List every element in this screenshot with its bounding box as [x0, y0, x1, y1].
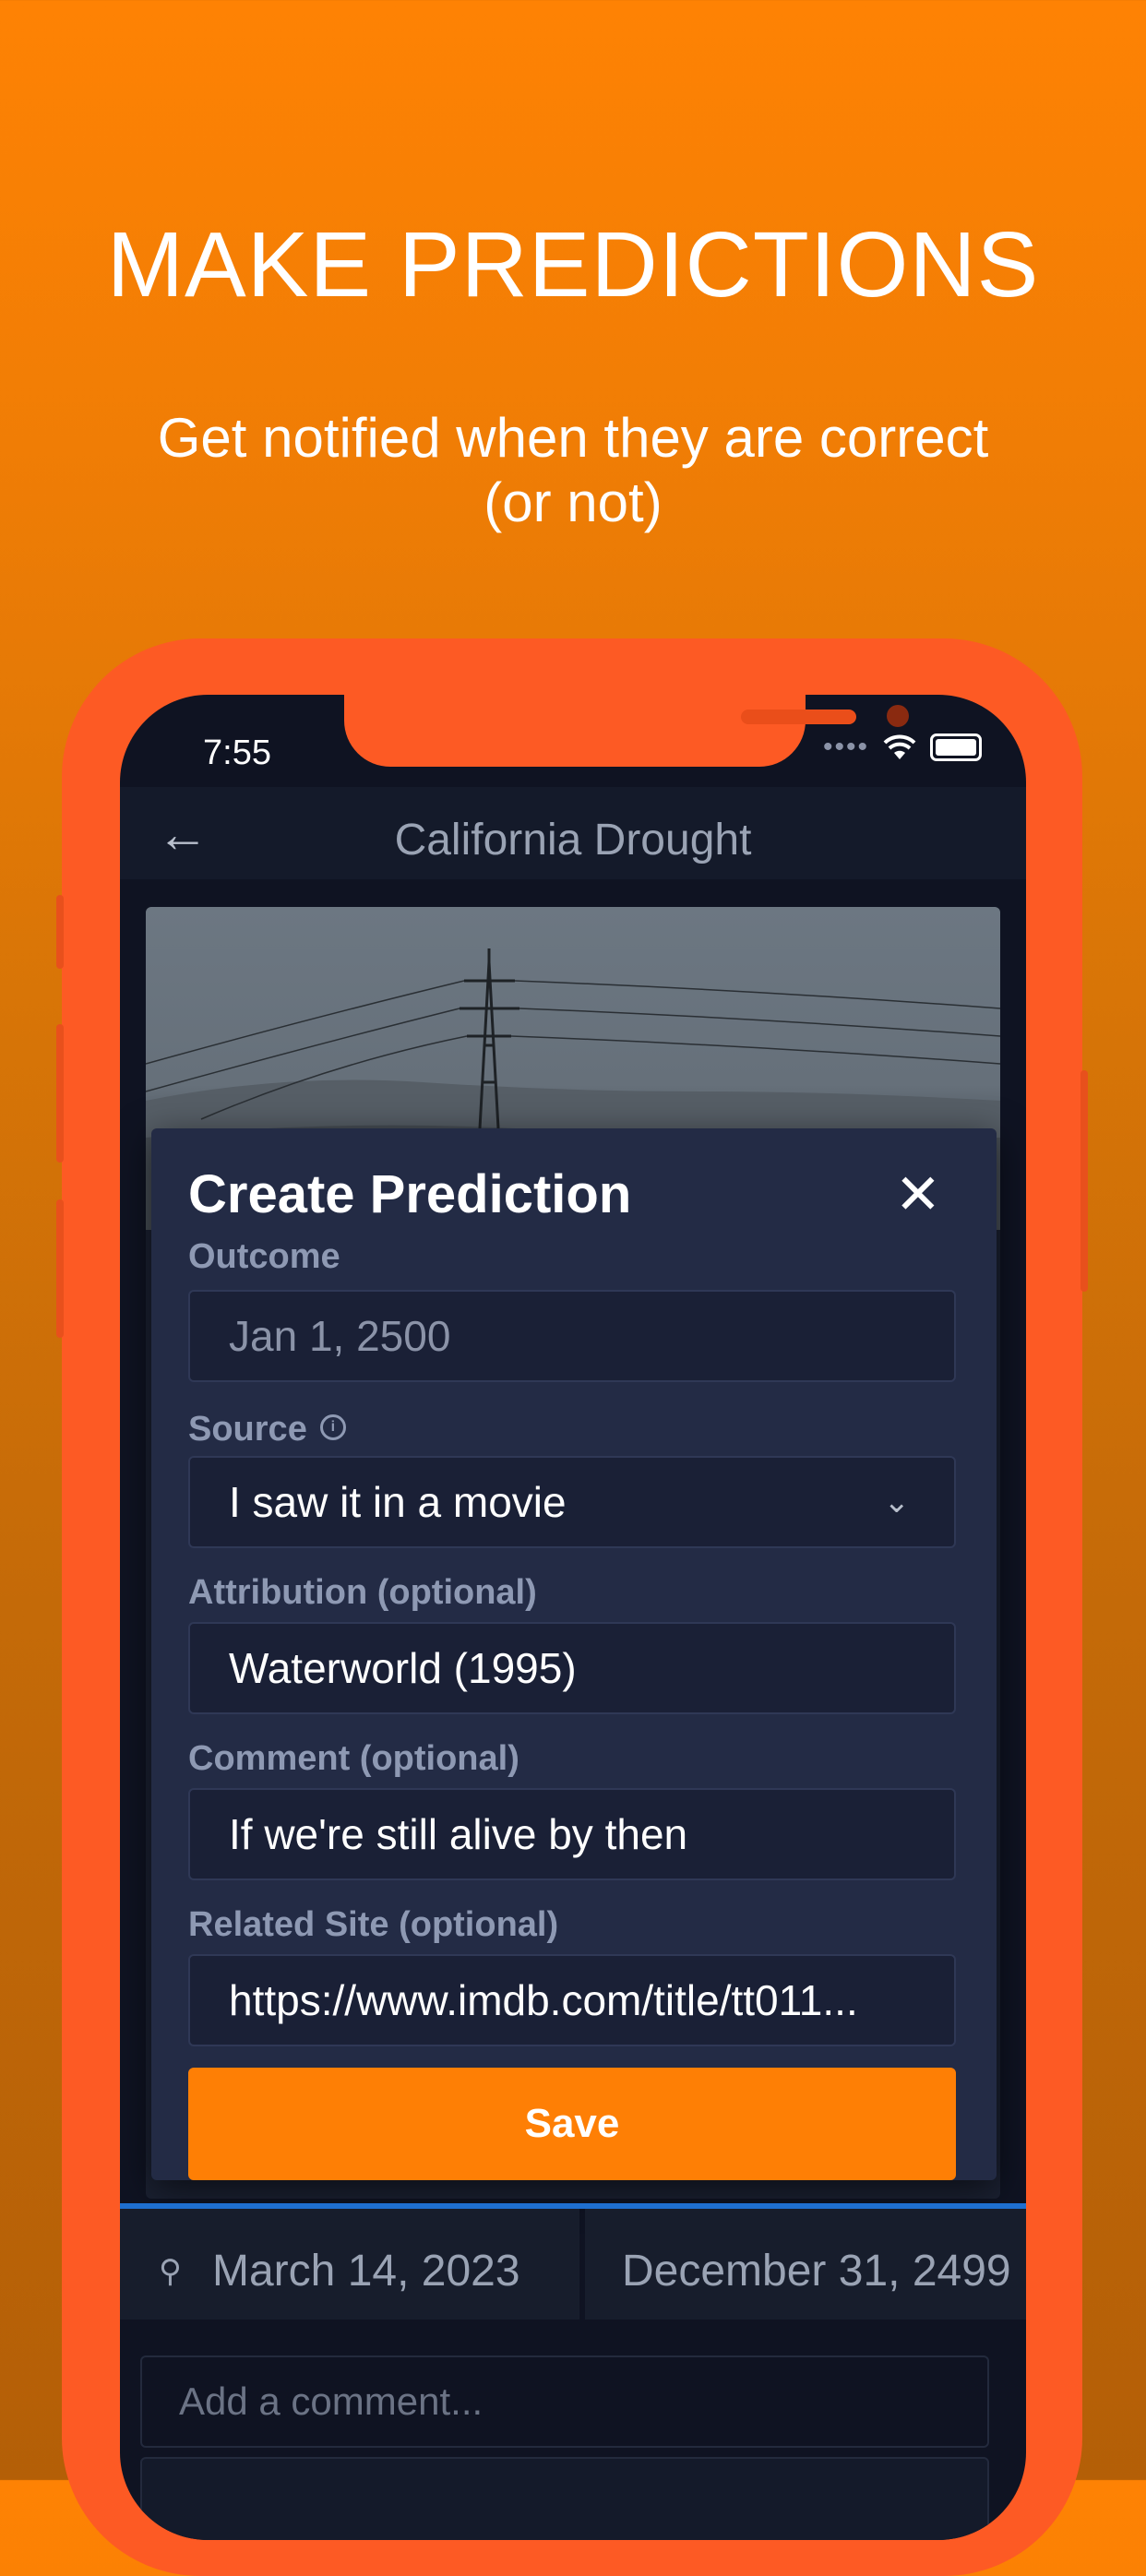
phone-power-button	[1080, 1070, 1088, 1292]
close-icon[interactable]: ✕	[895, 1167, 941, 1222]
create-prediction-modal: Create Prediction ✕ Outcome Jan 1, 2500 …	[151, 1128, 997, 2180]
source-label-row: Source i	[188, 1410, 346, 1449]
comment-list-item	[140, 2457, 989, 2540]
phone-volume-down	[56, 1199, 64, 1338]
battery-icon	[930, 733, 982, 761]
outcome-label: Outcome	[188, 1237, 340, 1276]
page-title: California Drought	[394, 816, 752, 865]
info-icon[interactable]: i	[319, 1413, 346, 1440]
speaker-grille	[741, 710, 856, 724]
source-select[interactable]: I saw it in a movie ⌄	[188, 1456, 956, 1548]
outcome-date: December 31, 2499	[622, 2247, 1011, 2296]
phone-screen: 7:55 •••• ← California Drought Create Pr…	[120, 695, 1026, 2540]
cellular-signal-icon: ••••	[822, 732, 869, 762]
comment-field[interactable]: If we're still alive by then	[188, 1788, 956, 1880]
phone-notch	[344, 695, 909, 767]
promo-subhead-line2: (or not)	[483, 471, 663, 533]
promo-subhead: Get notified when they are correct (or n…	[92, 406, 1054, 535]
outcome-date-cell: December 31, 2499	[585, 2209, 1026, 2320]
save-button[interactable]: Save	[188, 2068, 956, 2180]
source-label: Source	[188, 1410, 307, 1449]
attribution-label: Attribution (optional)	[188, 1573, 537, 1612]
status-time: 7:55	[203, 733, 271, 772]
created-date: March 14, 2023	[212, 2247, 520, 2296]
front-camera	[887, 705, 909, 727]
promo-headline: MAKE PREDICTIONS	[106, 213, 1040, 316]
related-site-label: Related Site (optional)	[188, 1905, 559, 1944]
wifi-icon	[883, 734, 916, 759]
promo-subhead-line1: Get notified when they are correct	[157, 407, 989, 469]
chevron-down-icon: ⌄	[883, 1485, 911, 1520]
phone-mute-switch	[56, 895, 64, 969]
outcome-date-field[interactable]: Jan 1, 2500	[188, 1290, 956, 1382]
attribution-field[interactable]: Waterworld (1995)	[188, 1622, 956, 1714]
related-site-field[interactable]: https://www.imdb.com/title/tt011...	[188, 1954, 956, 2046]
status-icons: ••••	[823, 732, 982, 763]
source-select-value: I saw it in a movie	[229, 1478, 567, 1526]
add-comment-input[interactable]: Add a comment...	[140, 2355, 989, 2448]
created-date-cell: ⚲ March 14, 2023	[120, 2209, 579, 2320]
ribbon-icon: ⚲	[159, 2254, 182, 2289]
comment-label: Comment (optional)	[188, 1739, 519, 1778]
phone-volume-up	[56, 1024, 64, 1163]
modal-title: Create Prediction	[188, 1164, 632, 1224]
